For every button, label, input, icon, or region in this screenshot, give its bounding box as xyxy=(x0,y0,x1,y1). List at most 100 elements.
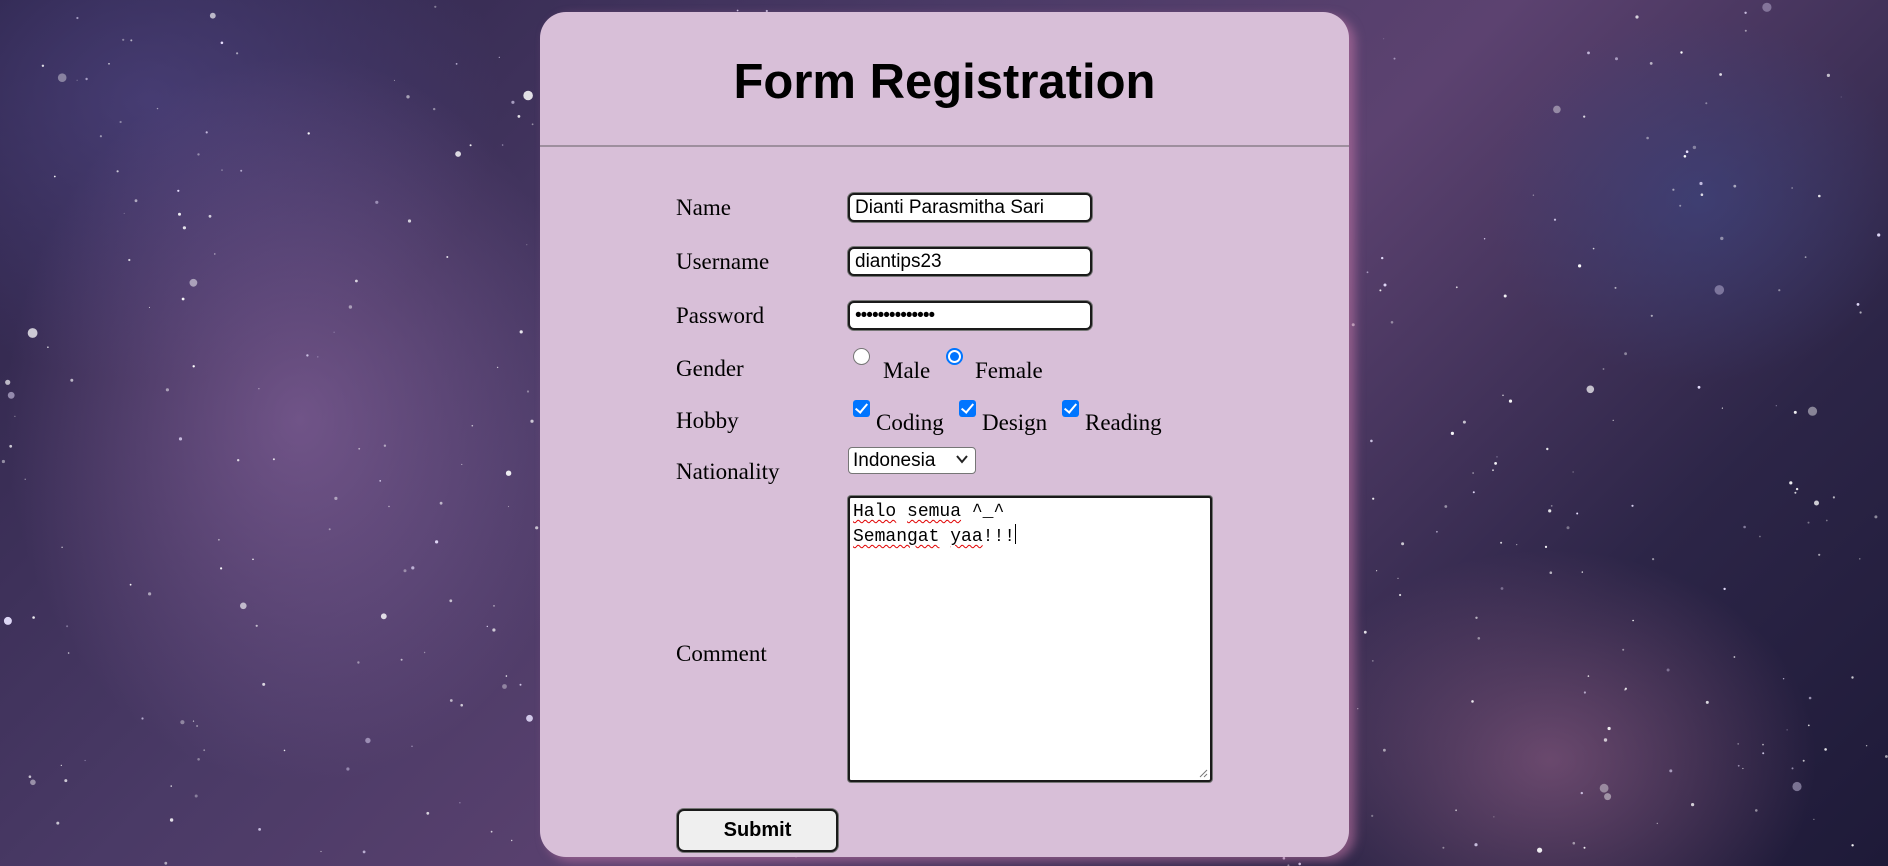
name-input[interactable]: Dianti Parasmitha Sari xyxy=(848,193,1092,222)
star xyxy=(519,330,523,334)
comment-textarea[interactable]: Halo semua ^_^ Semangat yaa!!! xyxy=(848,496,1212,782)
star xyxy=(1583,691,1586,694)
star xyxy=(1762,752,1765,755)
star xyxy=(1793,410,1797,414)
star xyxy=(411,566,415,570)
star xyxy=(209,12,216,19)
star xyxy=(496,366,499,369)
star xyxy=(1692,145,1697,150)
hobby-reading-checkbox[interactable] xyxy=(1062,400,1079,417)
star xyxy=(189,278,198,287)
gender-female-radio[interactable] xyxy=(946,348,963,365)
star xyxy=(255,624,258,627)
star xyxy=(1672,188,1675,191)
star xyxy=(469,144,472,147)
star xyxy=(1572,471,1574,473)
star xyxy=(535,526,539,530)
star xyxy=(7,391,15,399)
hobby-coding-checkbox[interactable] xyxy=(853,400,870,417)
star xyxy=(1635,15,1639,19)
star xyxy=(1508,399,1513,403)
star xyxy=(165,388,169,392)
star xyxy=(208,214,212,218)
star xyxy=(56,821,60,825)
star xyxy=(1372,497,1375,500)
star xyxy=(1401,542,1405,546)
star xyxy=(141,717,144,720)
star xyxy=(1544,545,1548,549)
star xyxy=(1614,286,1617,289)
star xyxy=(1603,738,1608,742)
star xyxy=(1826,73,1830,77)
star xyxy=(400,658,403,661)
gender-male-radio[interactable] xyxy=(853,348,870,365)
star xyxy=(1455,286,1458,289)
star xyxy=(1851,676,1854,679)
nationality-select[interactable]: Indonesia xyxy=(848,447,976,474)
hobby-design-checkbox[interactable] xyxy=(959,400,976,417)
star xyxy=(493,605,495,607)
star xyxy=(169,818,174,822)
star xyxy=(501,144,504,146)
star xyxy=(1744,29,1747,32)
star xyxy=(1755,809,1758,812)
star xyxy=(1477,637,1481,640)
star xyxy=(1607,726,1611,731)
star xyxy=(1885,755,1888,758)
star xyxy=(461,463,463,465)
star xyxy=(358,447,361,450)
text-caret xyxy=(1015,524,1017,544)
star xyxy=(76,79,78,81)
star xyxy=(1381,256,1384,260)
star xyxy=(1632,619,1634,622)
star xyxy=(283,749,286,752)
gender-female-label: Female xyxy=(975,358,1043,383)
username-input[interactable]: diantips23 xyxy=(848,247,1092,276)
star xyxy=(406,95,410,99)
star xyxy=(1583,115,1586,118)
star xyxy=(1553,105,1561,114)
star xyxy=(64,779,68,783)
star xyxy=(218,538,220,541)
star xyxy=(30,779,36,786)
star xyxy=(1813,818,1815,821)
password-input[interactable]: •••••••••••••• xyxy=(848,301,1092,330)
star xyxy=(446,256,449,258)
star xyxy=(328,528,331,531)
submit-button[interactable]: Submit xyxy=(677,809,838,852)
star xyxy=(1298,862,1301,866)
star xyxy=(1851,844,1854,847)
star xyxy=(1802,759,1805,762)
star xyxy=(41,64,45,68)
comment-text: !!! xyxy=(982,527,1016,547)
star xyxy=(1705,700,1709,704)
star xyxy=(67,652,70,654)
star xyxy=(262,682,266,686)
star xyxy=(192,720,195,722)
star xyxy=(164,861,168,865)
star xyxy=(1492,469,1494,472)
star xyxy=(1877,233,1881,237)
star xyxy=(194,794,198,798)
star xyxy=(57,73,67,82)
resize-grip-icon[interactable] xyxy=(1198,768,1208,778)
star xyxy=(5,379,11,385)
star xyxy=(348,305,353,309)
star xyxy=(24,478,26,480)
star xyxy=(455,151,461,157)
star xyxy=(1500,587,1504,590)
star xyxy=(1370,439,1373,443)
star xyxy=(355,279,358,283)
star xyxy=(1383,283,1387,287)
star xyxy=(76,16,79,20)
comment-word: yaa xyxy=(950,527,983,547)
star xyxy=(1792,781,1802,792)
star xyxy=(1516,544,1518,546)
star xyxy=(1680,51,1683,54)
star xyxy=(507,505,510,508)
star xyxy=(1646,136,1649,140)
star xyxy=(1581,571,1584,573)
star xyxy=(1859,311,1862,314)
star xyxy=(380,613,387,620)
star xyxy=(1744,11,1747,14)
